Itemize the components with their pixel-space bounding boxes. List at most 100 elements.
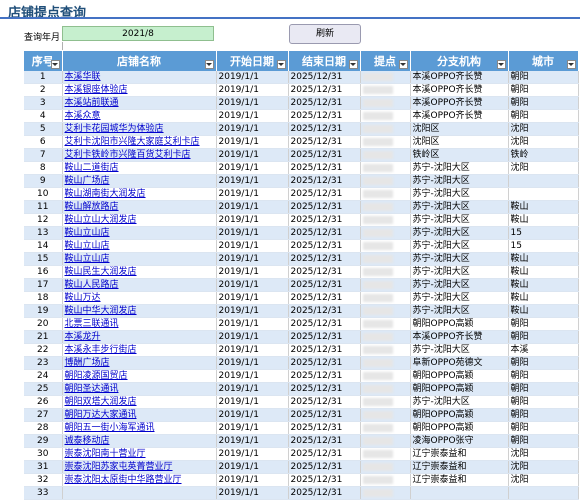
row-number: 8: [24, 161, 63, 175]
store-name-link[interactable]: 本溪站前联通: [62, 96, 217, 110]
store-name-link[interactable]: 本溪永丰步行街店: [62, 343, 217, 357]
store-name-link[interactable]: 朝阳双塔大润发店: [62, 395, 217, 409]
city-cell: 鞍山: [508, 304, 579, 318]
branch-cell: 凌海OPPO张守: [410, 434, 509, 448]
city-cell: 朝阳: [508, 408, 579, 422]
end-date-cell: 2025/12/31: [288, 356, 361, 370]
row-number: 13: [24, 226, 63, 240]
filter-dropdown-icon[interactable]: [496, 60, 506, 69]
redacted-value: [362, 98, 393, 107]
store-name-link[interactable]: 本溪龙升: [62, 330, 217, 344]
start-date-cell: 2019/1/1: [216, 291, 289, 305]
store-name-link[interactable]: 崇泰沈阳太原街中华路营业厅: [62, 473, 217, 487]
filter-dropdown-icon[interactable]: [398, 60, 408, 69]
store-name-link[interactable]: 崇泰沈阳南十营业厅: [62, 447, 217, 461]
city-cell: [508, 486, 579, 500]
store-name-link[interactable]: 艾利卡铁岭市兴隆百货艾利卡店: [62, 148, 217, 162]
row-number: 21: [24, 330, 63, 344]
city-cell: 沈阳: [508, 122, 579, 136]
table-header-row: 序号 店铺名称 开始日期 结束日期 提点 分支机构 城市: [24, 51, 579, 71]
redacted-value: [362, 215, 393, 224]
commission-cell: [360, 486, 411, 500]
start-date-cell: 2019/1/1: [216, 71, 289, 84]
commission-cell: [360, 291, 411, 305]
table-row: 27 朝阳万达大家通讯 2019/1/1 2025/12/31 朝阳OPPO高颖 朝阳: [24, 408, 579, 422]
store-name-link[interactable]: 鞍山中华大润发店: [62, 304, 217, 318]
filter-dropdown-icon[interactable]: [276, 60, 286, 69]
store-name-link[interactable]: 崇泰沈阳苏家屯英菁营业厅: [62, 460, 217, 474]
branch-cell: 朝阳OPPO高颖: [410, 317, 509, 331]
filter-dropdown-icon[interactable]: [566, 60, 576, 69]
start-date-cell: 2019/1/1: [216, 473, 289, 487]
filter-dropdown-icon[interactable]: [50, 60, 60, 69]
city-cell: 鞍山: [508, 265, 579, 279]
redacted-value: [362, 319, 393, 328]
store-name-link[interactable]: 朝阳五一街小海军通讯: [62, 421, 217, 435]
store-name-link[interactable]: 鞍山立山店: [62, 252, 217, 266]
store-name-link[interactable]: 鞍山立山大润发店: [62, 213, 217, 227]
commission-cell: [360, 252, 411, 266]
commission-cell: [360, 265, 411, 279]
filter-dropdown-icon[interactable]: [204, 60, 214, 69]
redacted-value: [362, 202, 393, 211]
store-name-link[interactable]: 本溪银座体验店: [62, 83, 217, 97]
branch-cell: 苏宁-沈阳大区: [410, 187, 509, 201]
city-cell: 沈阳: [508, 473, 579, 487]
store-name-link[interactable]: 鞍山解放路店: [62, 200, 217, 214]
store-name-link[interactable]: 鞍山二道街店: [62, 161, 217, 175]
start-date-cell: 2019/1/1: [216, 161, 289, 175]
store-name-link[interactable]: 朝阳万达大家通讯: [62, 408, 217, 422]
store-name-link[interactable]: 北票三联通讯: [62, 317, 217, 331]
col-header-commission[interactable]: 提点: [360, 51, 411, 71]
commission-cell: [360, 317, 411, 331]
query-month-input[interactable]: 2021/8: [62, 26, 214, 41]
col-header-end-date[interactable]: 结束日期: [288, 51, 361, 71]
table-row: 29 诚泰移动店 2019/1/1 2025/12/31 凌海OPPO张守 朝阳: [24, 434, 579, 448]
store-name-link[interactable]: 鞍山广场店: [62, 174, 217, 188]
start-date-cell: 2019/1/1: [216, 395, 289, 409]
end-date-cell: 2025/12/31: [288, 460, 361, 474]
store-name-link[interactable]: 博酬广场店: [62, 356, 217, 370]
store-name-link[interactable]: 朝阳凌源国贸店: [62, 369, 217, 383]
store-name-link[interactable]: 鞍山湖南街大润发店: [62, 187, 217, 201]
commission-cell: [360, 200, 411, 214]
branch-cell: 辽宁崇泰益和: [410, 447, 509, 461]
table-row: 10 鞍山湖南街大润发店 2019/1/1 2025/12/31 苏宁-沈阳大区: [24, 187, 579, 201]
col-header-city[interactable]: 城市: [508, 51, 579, 71]
store-name-link[interactable]: 朝阳圣达通讯: [62, 382, 217, 396]
city-cell: 朝阳: [508, 330, 579, 344]
store-name-link[interactable]: 艾利卡花园城华为体验店: [62, 122, 217, 136]
col-header-no[interactable]: 序号: [24, 51, 63, 71]
redacted-value: [362, 111, 393, 120]
filter-dropdown-icon[interactable]: [348, 60, 358, 69]
commission-cell: [360, 330, 411, 344]
redacted-value: [362, 449, 393, 458]
end-date-cell: 2025/12/31: [288, 291, 361, 305]
end-date-cell: 2025/12/31: [288, 161, 361, 175]
store-name-link[interactable]: 鞍山立山店: [62, 226, 217, 240]
branch-cell: 苏宁-沈阳大区: [410, 265, 509, 279]
redacted-value: [362, 267, 393, 276]
branch-cell: [410, 486, 509, 500]
commission-cell: [360, 148, 411, 162]
branch-cell: 本溪OPPO齐长赞: [410, 96, 509, 110]
store-name-link[interactable]: 鞍山立山店: [62, 239, 217, 253]
store-name-link[interactable]: 鞍山民生大润发店: [62, 265, 217, 279]
store-name-link[interactable]: 本溪众意: [62, 109, 217, 123]
col-header-store-name[interactable]: 店铺名称: [62, 51, 217, 71]
store-name-link[interactable]: 诚泰移动店: [62, 434, 217, 448]
store-name-link[interactable]: [62, 486, 217, 500]
end-date-cell: 2025/12/31: [288, 122, 361, 136]
col-header-start-date[interactable]: 开始日期: [216, 51, 289, 71]
end-date-cell: 2025/12/31: [288, 421, 361, 435]
refresh-button[interactable]: 刷新: [289, 24, 361, 44]
col-header-branch[interactable]: 分支机构: [410, 51, 509, 71]
table-row: 31 崇泰沈阳苏家屯英菁营业厅 2019/1/1 2025/12/31 辽宁崇泰益和 沈阳: [24, 460, 579, 474]
store-name-link[interactable]: 艾利卡沈阳市兴隆大家庭艾利卡店: [62, 135, 217, 149]
branch-cell: 苏宁-沈阳大区: [410, 174, 509, 188]
store-name-link[interactable]: 本溪华联: [62, 71, 217, 84]
end-date-cell: 2025/12/31: [288, 343, 361, 357]
store-name-link[interactable]: 鞍山万达: [62, 291, 217, 305]
store-name-link[interactable]: 鞍山人民路店: [62, 278, 217, 292]
end-date-cell: 2025/12/31: [288, 330, 361, 344]
